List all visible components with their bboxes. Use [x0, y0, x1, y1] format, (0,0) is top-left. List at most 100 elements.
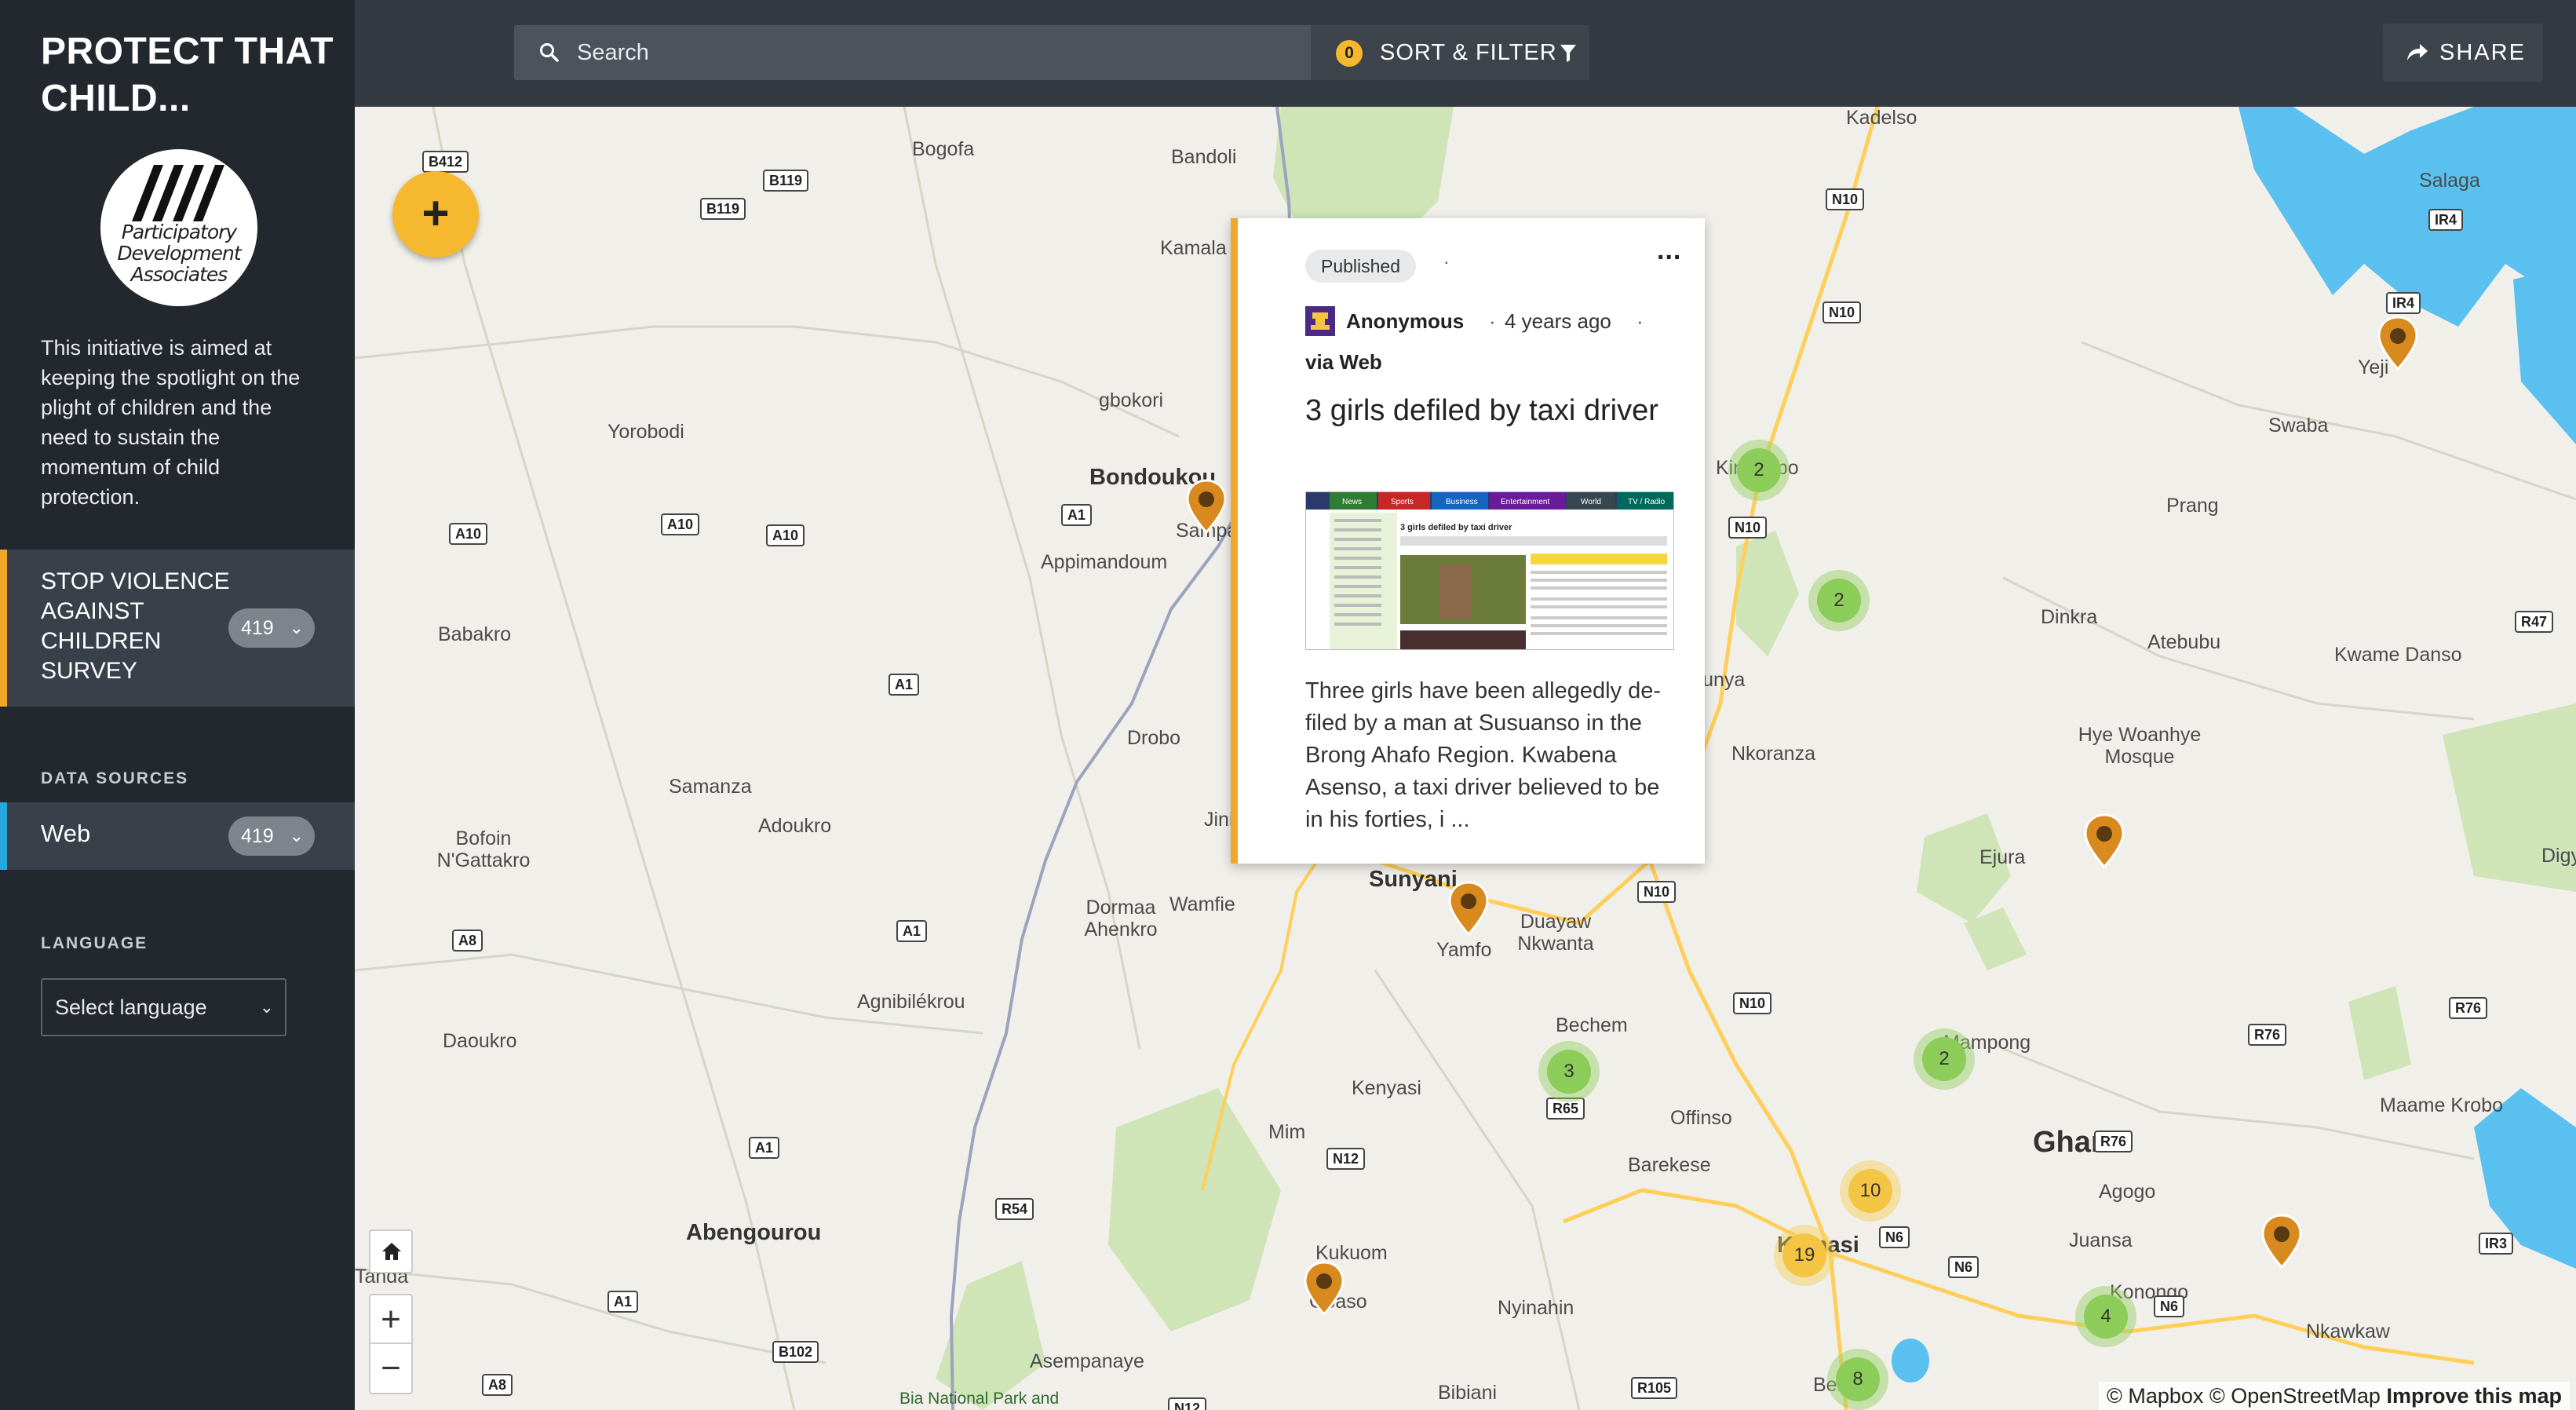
- sort-filter-button[interactable]: 0 SORT & FILTER: [1311, 25, 1589, 80]
- post-author: Anonymous: [1346, 309, 1465, 333]
- place-label: Kwame Danso: [2334, 644, 2462, 666]
- map-cluster[interactable]: 19: [1774, 1225, 1835, 1286]
- chevron-down-icon: ⌄: [289, 826, 304, 846]
- map-attribution: © Mapbox © OpenStreetMap Improve this ma…: [2098, 1382, 2570, 1410]
- share-button[interactable]: SHARE: [2383, 24, 2543, 82]
- place-label: Samanza: [669, 776, 752, 798]
- place-label: Drobo: [1127, 727, 1181, 749]
- place-label: Yamfo: [1436, 939, 1492, 961]
- zoom-in-button[interactable]: +: [370, 1295, 411, 1344]
- place-label: Daoukro: [443, 1030, 517, 1052]
- map-view[interactable]: Bogofa Bandoli Kadelso Salaga Kamala Yej…: [355, 107, 2576, 1410]
- place-label: Maame Krobo: [2380, 1094, 2504, 1116]
- road-shield: IR3: [2479, 1233, 2514, 1255]
- road-shield: R76: [2248, 1024, 2287, 1046]
- road-shield: N10: [1728, 517, 1768, 539]
- map-cluster[interactable]: 4: [2075, 1286, 2136, 1347]
- add-post-button[interactable]: +: [392, 171, 479, 258]
- place-label: Babakro: [438, 623, 512, 645]
- logo-line-3: Associates: [130, 263, 228, 286]
- survey-label: STOP VIOLENCE AGAINST CHILDREN SURVEY: [41, 568, 230, 684]
- map-pin-icon[interactable]: [2260, 1214, 2303, 1269]
- road-shield: B119: [763, 170, 809, 192]
- place-label: Agogo: [2099, 1181, 2156, 1203]
- place-label: Yorobodi: [608, 421, 684, 443]
- road-shield: N10: [1637, 881, 1677, 903]
- improve-map-link[interactable]: Improve this map: [2386, 1384, 2562, 1408]
- separator: ·: [1636, 309, 1644, 333]
- road-shield: A1: [749, 1137, 780, 1159]
- share-label: SHARE: [2439, 40, 2526, 65]
- road-shield: N12: [1326, 1148, 1366, 1170]
- map-cluster[interactable]: 2: [1808, 570, 1870, 631]
- place-label: Barekese: [1628, 1154, 1711, 1176]
- map-cluster[interactable]: 10: [1840, 1160, 1901, 1222]
- thumb-nav-label: World: [1581, 498, 1601, 506]
- source-label: Web: [41, 820, 91, 847]
- road-shield: N10: [1823, 301, 1862, 323]
- map-pin-icon[interactable]: [1447, 881, 1490, 936]
- map-pin-icon[interactable]: [1303, 1261, 1345, 1316]
- place-label: Salaga: [2419, 170, 2480, 192]
- road-shield: A1: [1061, 504, 1093, 526]
- thumb-nav-label: Business: [1446, 498, 1478, 506]
- home-button[interactable]: [369, 1229, 413, 1273]
- share-icon: [2407, 44, 2428, 60]
- home-icon: [382, 1243, 401, 1260]
- cluster-count: 8: [1836, 1357, 1880, 1401]
- language-select-value: Select language: [55, 995, 207, 1019]
- attribution-text[interactable]: © Mapbox © OpenStreetMap: [2107, 1384, 2381, 1408]
- post-thumbnail[interactable]: News Sports Business Entertainment World…: [1305, 491, 1674, 650]
- place-label: Bofoin N'Gattakro: [436, 827, 531, 871]
- place-label: Bechem: [1556, 1014, 1628, 1036]
- road-shield: A10: [449, 523, 488, 545]
- thumb-nav-label: TV / Radio: [1628, 498, 1666, 506]
- post-title[interactable]: 3 girls defiled by taxi driver: [1305, 393, 1682, 429]
- language-select[interactable]: Select language ⌄: [41, 978, 286, 1036]
- road-shield: B119: [700, 198, 746, 220]
- road-shield: A10: [661, 513, 700, 535]
- place-label: Bogofa: [912, 138, 975, 160]
- map-cluster[interactable]: 2: [1914, 1028, 1975, 1090]
- road-shield: N6: [1948, 1256, 1979, 1278]
- add-icon: +: [421, 187, 450, 239]
- site-title[interactable]: PROTECT THAT CHILD...: [41, 28, 339, 122]
- map-cluster[interactable]: 8: [1827, 1349, 1888, 1410]
- map-pin-icon[interactable]: [2377, 316, 2419, 371]
- place-label: Swaba: [2268, 415, 2329, 437]
- place-label: Wamfie: [1169, 893, 1235, 915]
- road-shield: N12: [1168, 1397, 1207, 1410]
- road-shield: A1: [896, 920, 928, 942]
- logo-line-1: Participatory: [121, 221, 237, 243]
- cluster-count: 3: [1547, 1050, 1591, 1094]
- road-shield: A10: [766, 524, 805, 546]
- filter-count-badge: 0: [1336, 40, 1363, 67]
- thumb-nav-label: News: [1342, 498, 1362, 506]
- map-pin-icon[interactable]: [2083, 813, 2125, 868]
- source-count-badge[interactable]: 419 ⌄: [228, 816, 315, 856]
- place-label: Digya: [2541, 845, 2576, 867]
- map-pin-icon[interactable]: [1185, 479, 1228, 534]
- place-label: Kenyasi: [1352, 1077, 1421, 1099]
- map-cluster[interactable]: 2: [1728, 440, 1790, 501]
- sidebar: PROTECT THAT CHILD... Participatory Deve…: [0, 0, 355, 1410]
- search-box[interactable]: [514, 25, 1311, 80]
- park-label: Bia National Park and: [899, 1390, 1060, 1408]
- map-cluster[interactable]: 3: [1538, 1041, 1600, 1102]
- sidebar-item-web[interactable]: Web 419 ⌄: [0, 802, 355, 870]
- post-card[interactable]: Published · ... Anonymous · 4 years ago …: [1231, 218, 1705, 864]
- filter-icon: [1560, 45, 1576, 62]
- survey-count-badge[interactable]: 419 ⌄: [228, 608, 315, 648]
- place-label: gbokori: [1099, 389, 1163, 411]
- avatar: [1305, 306, 1335, 336]
- place-label: Nkawkaw: [2306, 1321, 2390, 1342]
- chevron-down-icon: ⌄: [259, 997, 274, 1017]
- post-excerpt: Three girls have been allegedly de-filed…: [1305, 678, 1661, 832]
- road-shield: A8: [452, 930, 483, 952]
- more-options-button[interactable]: ...: [1657, 236, 1681, 266]
- search-input[interactable]: [577, 25, 1283, 80]
- place-label: Bandoli: [1171, 146, 1237, 168]
- road-shield: N6: [2154, 1295, 2185, 1317]
- sidebar-item-survey[interactable]: STOP VIOLENCE AGAINST CHILDREN SURVEY 41…: [0, 550, 355, 707]
- zoom-out-button[interactable]: −: [370, 1344, 411, 1393]
